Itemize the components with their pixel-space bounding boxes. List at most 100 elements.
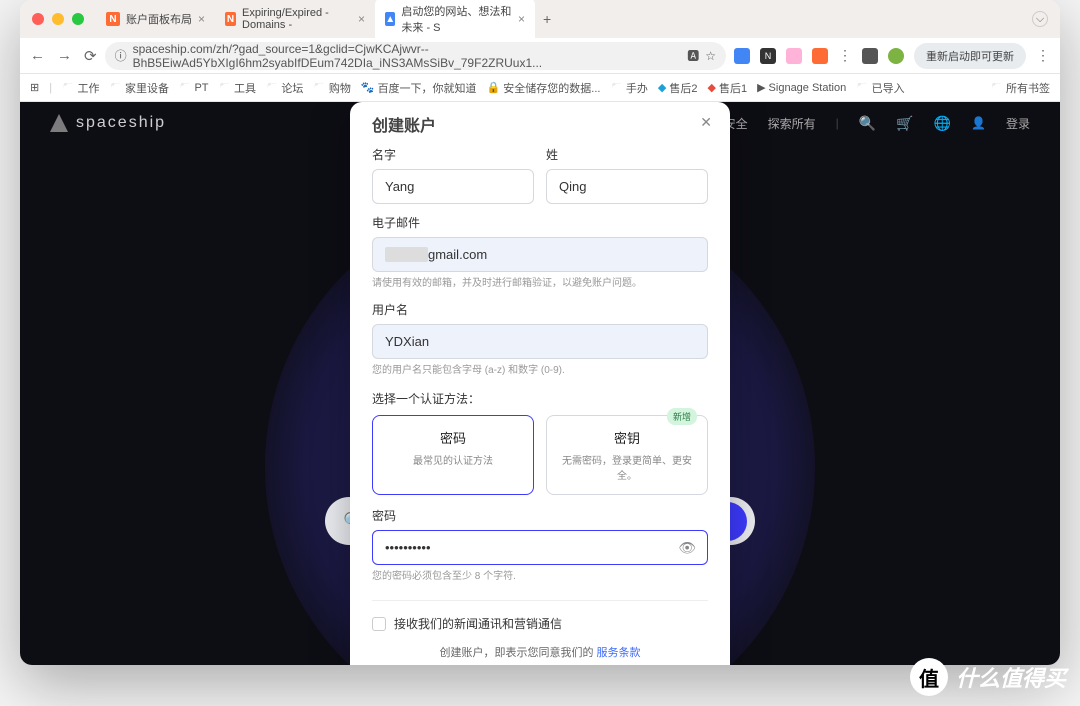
forward-icon[interactable]: → [57, 47, 72, 65]
window-controls [32, 13, 84, 25]
bookmark-item[interactable]: 🐾百度一下，你就知道 [361, 80, 477, 96]
favicon-icon: N [225, 12, 236, 26]
tab-title: Expiring/Expired - Domains - [242, 7, 352, 31]
extension-icon[interactable]: N [760, 48, 776, 64]
site-info-icon[interactable]: ⓘ [115, 47, 127, 64]
minimize-window-button[interactable] [52, 13, 64, 25]
firstname-label: 名字 [372, 146, 534, 163]
bookmark-folder[interactable]: PT [179, 82, 209, 94]
brand-logo[interactable]: spaceship [50, 114, 166, 132]
watermark-text: 什么值得买 [956, 661, 1066, 693]
nav-login[interactable]: 登录 [1006, 115, 1030, 132]
browser-window: N 账户面板布局 × N Expiring/Expired - Domains … [20, 0, 1060, 665]
favicon-icon: ▲ [385, 12, 395, 26]
all-bookmarks[interactable]: 所有书签 [991, 80, 1050, 96]
search-icon[interactable]: 🔍 [859, 115, 876, 132]
email-label: 电子邮件 [372, 214, 708, 231]
titlebar: N 账户面板布局 × N Expiring/Expired - Domains … [20, 0, 1060, 38]
translate-icon[interactable]: 🅰 [687, 47, 699, 64]
bookmark-folder[interactable]: 工作 [62, 80, 99, 96]
tab-close-icon[interactable]: × [198, 12, 205, 26]
browser-tab[interactable]: N Expiring/Expired - Domains - × [215, 1, 375, 37]
newsletter-row[interactable]: 接收我们的新闻通讯和营销通信 [372, 615, 708, 632]
auth-password-card[interactable]: 密码 最常见的认证方法 [372, 415, 534, 495]
user-icon: 👤 [971, 116, 986, 130]
extension-icon[interactable] [734, 48, 750, 64]
auth-passkey-card[interactable]: 新增 密钥 无需密码，登录更简单、更安全。 [546, 415, 708, 495]
lastname-input[interactable] [546, 169, 708, 204]
username-label: 用户名 [372, 301, 708, 318]
update-button[interactable]: 重新启动即可更新 [914, 43, 1026, 69]
bookmark-item[interactable]: ▶Signage Station [757, 81, 846, 94]
bookmark-folder[interactable]: 论坛 [266, 80, 303, 96]
eye-icon[interactable]: 👁 [678, 539, 696, 556]
chevron-down-icon[interactable]: ⌵ [1032, 11, 1048, 27]
nav-explore[interactable]: 探索所有 [768, 115, 816, 132]
signup-modal: 创建账户 ✕ 名字 姓 电子邮件 xxxxxxgmail.com 请使用有效的邮… [350, 102, 730, 665]
auth-passkey-title: 密钥 [614, 431, 640, 446]
bookmark-item[interactable]: ◆售后2 [658, 80, 698, 96]
close-window-button[interactable] [32, 13, 44, 25]
username-input[interactable] [372, 324, 708, 359]
password-label: 密码 [372, 507, 708, 524]
browser-tab-active[interactable]: ▲ 启动您的网站、想法和未来 - S × [375, 0, 535, 41]
extension-icon[interactable] [862, 48, 878, 64]
extension-icon[interactable] [812, 48, 828, 64]
toolbar: ← → ⟳ ⓘ spaceship.com/zh/?gad_source=1&g… [20, 38, 1060, 74]
bookmark-star-icon[interactable]: ☆ [705, 49, 716, 63]
address-bar[interactable]: ⓘ spaceship.com/zh/?gad_source=1&gclid=C… [105, 42, 726, 70]
profile-avatar-icon[interactable] [888, 48, 904, 64]
apps-icon[interactable]: ⊞ [30, 81, 39, 94]
brand-name: spaceship [76, 114, 166, 132]
nav-buttons: ← → ⟳ [30, 47, 97, 65]
email-input[interactable]: xxxxxxgmail.com [372, 237, 708, 272]
auth-method-label: 选择一个认证方法： [372, 390, 708, 407]
bookmark-folder[interactable]: 手办 [610, 80, 647, 96]
email-hint: 请使用有效的邮箱，并及时进行邮箱验证，以避免账户问题。 [372, 277, 708, 291]
reload-icon[interactable]: ⟳ [84, 47, 97, 65]
close-icon[interactable]: ✕ [700, 114, 712, 131]
firstname-input[interactable] [372, 169, 534, 204]
extension-menu-icon[interactable]: ⋮ [838, 47, 852, 64]
cart-icon[interactable]: 🛒 [896, 115, 913, 132]
lastname-label: 姓 [546, 146, 708, 163]
bookmark-folder[interactable]: 已导入 [856, 80, 904, 96]
watermark-icon: 值 [910, 658, 948, 696]
page-content: spaceship 安全 探索所有 | 🔍 🛒 🌐 👤 登录 🔍 搜索 创建账户… [20, 102, 1060, 665]
maximize-window-button[interactable] [72, 13, 84, 25]
tab-title: 启动您的网站、想法和未来 - S [401, 3, 512, 35]
divider [372, 600, 708, 601]
watermark: 值 什么值得买 [910, 658, 1066, 696]
auth-password-title: 密码 [440, 431, 466, 446]
newsletter-checkbox[interactable] [372, 617, 386, 631]
auth-passkey-desc: 无需密码，登录更简单、更安全。 [555, 452, 699, 482]
newsletter-label: 接收我们的新闻通讯和营销通信 [394, 615, 562, 632]
terms-text: 创建账户，即表示您同意我们的 服务条款 [372, 644, 708, 660]
extension-icons: N ⋮ 重新启动即可更新 ⋮ [734, 43, 1050, 69]
header-nav: 安全 探索所有 | 🔍 🛒 🌐 👤 登录 [724, 115, 1030, 132]
auth-password-desc: 最常见的认证方法 [381, 452, 525, 467]
bookmark-item[interactable]: 🔒安全储存您的数据... [487, 80, 601, 96]
username-hint: 您的用户名只能包含字母 (a-z) 和数字 (0-9). [372, 364, 708, 378]
extension-icon[interactable] [786, 48, 802, 64]
bookmark-folder[interactable]: 购物 [313, 80, 350, 96]
browser-tab[interactable]: N 账户面板布局 × [96, 5, 215, 33]
tab-strip: N 账户面板布局 × N Expiring/Expired - Domains … [96, 0, 1032, 41]
url-text: spaceship.com/zh/?gad_source=1&gclid=Cjw… [133, 42, 682, 70]
tab-close-icon[interactable]: × [358, 12, 365, 26]
tab-close-icon[interactable]: × [518, 12, 525, 26]
bookmark-folder[interactable]: 工具 [219, 80, 256, 96]
back-icon[interactable]: ← [30, 47, 45, 65]
bookmark-folder[interactable]: 家里设备 [110, 80, 169, 96]
bookmarks-bar: ⊞ | 工作 家里设备 PT 工具 论坛 购物 🐾百度一下，你就知道 🔒安全储存… [20, 74, 1060, 102]
favicon-icon: N [106, 12, 120, 26]
menu-icon[interactable]: ⋮ [1036, 47, 1050, 64]
new-badge: 新增 [667, 408, 697, 425]
password-input[interactable] [372, 530, 708, 565]
logo-icon [50, 114, 68, 132]
terms-link[interactable]: 服务条款 [597, 647, 641, 659]
new-tab-button[interactable]: + [535, 11, 559, 27]
bookmark-item[interactable]: ◆售后1 [707, 80, 747, 96]
tab-title: 账户面板布局 [126, 11, 192, 27]
globe-icon[interactable]: 🌐 [934, 115, 951, 132]
